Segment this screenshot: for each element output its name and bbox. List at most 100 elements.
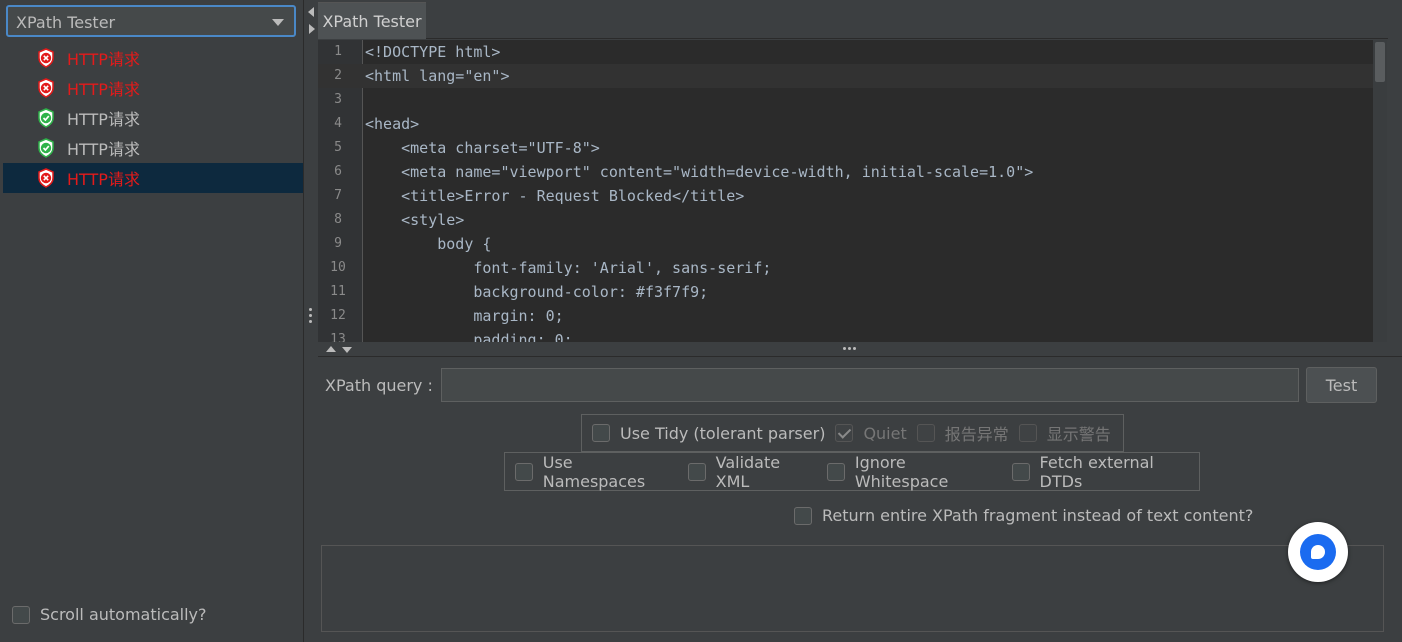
validate-xml-option[interactable]: Validate XML [687,452,817,491]
expand-down-icon[interactable] [342,347,352,353]
use-namespaces-checkbox[interactable] [515,462,533,481]
line-number: 7 [334,188,342,203]
results-tree-panel: XPath Tester HTTP请求 HTTP请求 HTTP请求 HTTP请求… [0,0,304,642]
tree-item-label: HTTP请求 [67,170,140,189]
visualizer-select[interactable]: XPath Tester [6,5,296,37]
line-number: 3 [334,92,342,107]
expand-right-icon[interactable] [309,24,315,34]
code-text: <head> [365,115,420,133]
line-number: 6 [334,164,342,179]
code-lines: 1 <!DOCTYPE html> 2 <html lang="en"> 3 4 <head… [318,40,1387,342]
use-namespaces-label: Use Namespaces [542,452,646,491]
line-number: 10 [330,260,346,275]
code-line[interactable]: 6 <meta name="viewport" content="width=d… [318,160,1387,184]
xml-options-group: Use Namespaces Validate XML Ignore White… [504,452,1200,491]
code-text: <!DOCTYPE html> [365,43,501,61]
tree-item-selected[interactable]: HTTP请求 [3,163,303,193]
chevron-down-icon[interactable] [272,19,284,26]
xpath-query-input[interactable] [441,368,1299,402]
use-tidy-option[interactable]: Use Tidy (tolerant parser) [592,424,825,443]
ignore-whitespace-label: Ignore Whitespace [854,452,949,491]
show-warnings-label: 显示警告 [1046,425,1111,444]
scroll-automatically-checkbox[interactable] [12,605,30,624]
ignore-whitespace-option[interactable]: Ignore Whitespace [827,453,1002,491]
code-line[interactable]: 1 <!DOCTYPE html> [318,40,1387,64]
drag-grip-icon[interactable] [843,347,856,350]
code-text: <meta name="viewport" content="width=dev… [365,163,1034,181]
test-button[interactable]: Test [1306,367,1377,403]
scrollbar-thumb[interactable] [1375,42,1385,82]
fetch-dtds-checkbox[interactable] [1011,462,1030,481]
code-line[interactable]: 5 <meta charset="UTF-8"> [318,136,1387,160]
line-number: 2 [334,68,342,83]
code-line[interactable]: 7 <title>Error - Request Blocked</title> [318,184,1387,208]
xpath-result-area[interactable] [321,545,1384,632]
sampler-result-tree: HTTP请求 HTTP请求 HTTP请求 HTTP请求 HTTP请求 [3,43,303,193]
code-line[interactable]: 12 margin: 0; [318,304,1387,328]
quiet-checkbox[interactable] [835,424,854,442]
quiet-label: Quiet [863,423,907,443]
visualizer-select-value: XPath Tester [16,13,116,32]
use-tidy-checkbox[interactable] [592,424,610,442]
drag-grip-icon[interactable] [309,308,313,326]
response-code-editor[interactable]: 1 <!DOCTYPE html> 2 <html lang="en"> 3 4 <head… [318,40,1387,342]
use-namespaces-option[interactable]: Use Namespaces [515,453,678,491]
collapse-left-icon[interactable] [308,7,314,17]
line-number: 1 [334,44,342,59]
tree-item[interactable]: HTTP请求 [3,103,303,133]
code-text: font-family: 'Arial', sans-serif; [365,259,772,277]
code-text: padding: 0; [365,331,573,342]
scroll-automatically-label: Scroll automatically? [40,605,207,624]
return-fragment-checkbox[interactable] [794,506,812,525]
code-line[interactable]: 2 <html lang="en"> [318,64,1387,88]
code-line[interactable]: 10 font-family: 'Arial', sans-serif; [318,256,1387,280]
code-text: <style> [365,211,465,229]
ignore-whitespace-checkbox[interactable] [827,462,845,481]
chat-bubble-icon [1300,534,1336,570]
code-text: body { [365,235,492,253]
tree-item[interactable]: HTTP请求 [3,43,303,73]
return-fragment-option[interactable]: Return entire XPath fragment instead of … [794,506,1253,525]
shield-success-icon [38,108,54,128]
code-line[interactable]: 4 <head> [318,112,1387,136]
code-text: margin: 0; [365,307,564,325]
line-number: 12 [330,308,346,323]
collapse-up-icon[interactable] [326,346,336,352]
tree-item[interactable]: HTTP请求 [3,133,303,163]
tree-item[interactable]: HTTP请求 [3,73,303,103]
shield-error-icon [38,168,54,188]
line-number: 8 [334,212,342,227]
return-fragment-label: Return entire XPath fragment instead of … [822,506,1254,525]
scroll-automatically-option[interactable]: Scroll automatically? [12,605,207,624]
horizontal-splitter[interactable] [318,342,1402,357]
code-line[interactable]: 9 body { [318,232,1387,256]
report-errors-option[interactable]: 报告异常 [916,421,1009,445]
shield-success-icon [38,138,54,158]
validate-xml-checkbox[interactable] [687,462,706,481]
validate-xml-label: Validate XML [715,452,781,491]
vertical-splitter[interactable] [304,0,318,642]
quiet-option[interactable]: Quiet [835,423,907,443]
line-number: 5 [334,140,342,155]
code-text: <title>Error - Request Blocked</title> [365,187,745,205]
tree-item-label: HTTP请求 [67,50,140,69]
code-line[interactable]: 3 [318,88,1387,112]
floating-assistant-button[interactable] [1288,522,1348,582]
tree-item-label: HTTP请求 [67,110,140,129]
show-warnings-checkbox[interactable] [1018,424,1037,442]
code-line[interactable]: 11 background-color: #f3f7f9; [318,280,1387,304]
line-number: 4 [334,116,342,131]
tree-item-label: HTTP请求 [67,80,140,99]
fetch-dtds-option[interactable]: Fetch external DTDs [1011,453,1199,491]
code-line[interactable]: 8 <style> [318,208,1387,232]
code-text: background-color: #f3f7f9; [365,283,709,301]
code-text: <meta charset="UTF-8"> [365,139,600,157]
line-number: 11 [330,284,346,299]
editor-vertical-scrollbar[interactable] [1373,40,1387,342]
use-tidy-label: Use Tidy (tolerant parser) [620,423,826,443]
tab-xpath-tester[interactable]: XPath Tester [318,2,426,39]
code-line[interactable]: 13 padding: 0; [318,328,1387,342]
report-errors-checkbox[interactable] [916,424,935,442]
show-warnings-option[interactable]: 显示警告 [1018,421,1111,445]
line-number: 13 [330,332,346,342]
